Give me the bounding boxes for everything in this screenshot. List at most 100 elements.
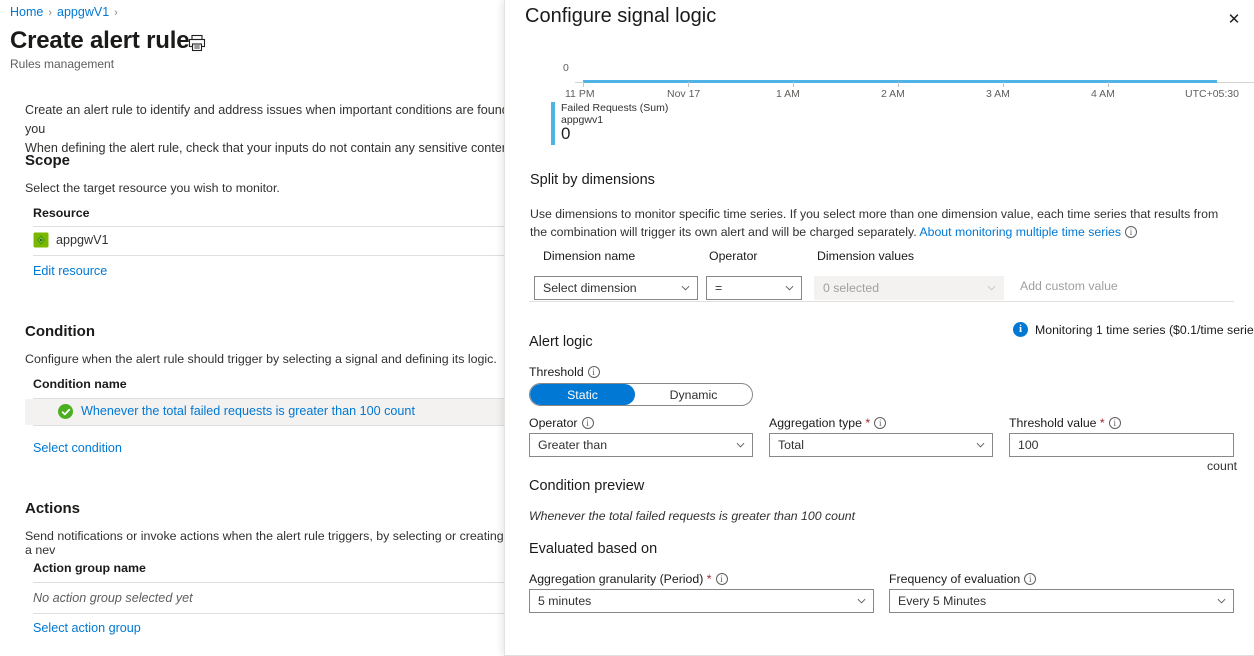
no-action-group-text: No action group selected yet — [33, 591, 193, 605]
condition-row-label[interactable]: Whenever the total failed requests is gr… — [81, 404, 415, 418]
info-icon-threshold-value[interactable]: i — [1108, 417, 1121, 429]
threshold-label-text: Threshold — [529, 365, 584, 379]
dimension-values-column-header: Dimension values — [817, 249, 915, 263]
page-subtitle: Rules management — [10, 57, 115, 71]
operator-label-text: Operator — [529, 416, 578, 430]
legend-current-value: 0 — [561, 124, 571, 143]
aggregation-dropdown-value: Total — [778, 438, 804, 452]
scope-divider-top — [33, 226, 504, 227]
threshold-value-input[interactable]: 100 — [1009, 433, 1234, 457]
threshold-value-label: Threshold value * i — [1009, 416, 1121, 430]
legend-metric-name: Failed Requests (Sum) — [561, 102, 669, 114]
chart-tick-5 — [1108, 82, 1109, 87]
breadcrumb: Home › appgwV1 › — [10, 5, 123, 19]
info-icon-frequency[interactable]: i — [1024, 573, 1037, 585]
select-action-group-link[interactable]: Select action group — [33, 621, 141, 635]
legend-color-swatch — [551, 102, 555, 145]
actions-heading: Actions — [25, 500, 81, 517]
frequency-of-evaluation-dropdown[interactable]: Every 5 Minutes — [889, 589, 1234, 613]
chart-x-label-4: 3 AM — [986, 88, 1010, 100]
chart-timezone-label: UTC+05:30 — [1185, 88, 1239, 100]
info-icon-granularity[interactable]: i — [715, 573, 728, 585]
actions-divider-bottom — [33, 613, 504, 614]
intro-line-2: When defining the alert rule, check that… — [25, 141, 504, 155]
chevron-down-icon — [736, 442, 745, 448]
application-gateway-icon — [33, 232, 49, 248]
chart-x-label-0: 11 PM — [565, 88, 595, 100]
success-check-icon — [58, 404, 73, 419]
info-icon-time-series[interactable]: i — [1013, 322, 1028, 337]
info-icon-operator[interactable]: i — [581, 417, 594, 429]
edit-resource-link[interactable]: Edit resource — [33, 264, 107, 278]
threshold-static-option[interactable]: Static — [530, 384, 635, 405]
intro-text: Create an alert rule to identify and add… — [25, 101, 504, 158]
dimensions-table-divider — [529, 301, 1234, 302]
intro-line-1: Create an alert rule to identify and add… — [25, 103, 504, 136]
chart-tick-3 — [898, 82, 899, 87]
chevron-down-icon — [976, 442, 985, 448]
aggregation-label-text: Aggregation type — [769, 416, 862, 430]
chart-x-label-3: 2 AM — [881, 88, 905, 100]
breadcrumb-separator-2: › — [114, 7, 118, 19]
chart-tick-1 — [688, 82, 689, 87]
chevron-down-icon — [681, 285, 690, 291]
operator-select[interactable]: = — [706, 276, 802, 300]
monitoring-time-series-note: Monitoring 1 time series ($0.1/time seri… — [1035, 323, 1254, 337]
aggregation-type-dropdown[interactable]: Total — [769, 433, 993, 457]
actions-description: Send notifications or invoke actions whe… — [25, 529, 504, 557]
operator-column-header: Operator — [709, 249, 758, 263]
dimension-name-column-header: Dimension name — [543, 249, 636, 263]
create-alert-rule-page: Home › appgwV1 › Create alert rule Rules ma… — [0, 0, 1254, 656]
threshold-dynamic-option[interactable]: Dynamic — [635, 384, 752, 405]
operator-value: = — [715, 281, 723, 295]
condition-row[interactable]: Whenever the total failed requests is gr… — [25, 399, 504, 425]
scope-heading: Scope — [25, 152, 71, 169]
actions-column-header: Action group name — [33, 561, 146, 575]
print-icon[interactable] — [188, 34, 206, 52]
required-marker-threshold: * — [1099, 416, 1105, 430]
chart-x-label-5: 4 AM — [1091, 88, 1115, 100]
threshold-value-text: 100 — [1018, 438, 1039, 452]
chart-x-label-2: 1 AM — [776, 88, 800, 100]
chevron-down-icon — [987, 285, 996, 291]
chart-tick-2 — [793, 82, 794, 87]
split-dimensions-description: Use dimensions to monitor specific time … — [530, 205, 1230, 241]
alert-logic-heading: Alert logic — [529, 334, 593, 350]
breadcrumb-resource[interactable]: appgwV1 — [57, 5, 109, 19]
panel-title: Configure signal logic — [525, 5, 717, 27]
required-marker-granularity: * — [706, 572, 712, 586]
dimension-values-select[interactable]: 0 selected — [814, 276, 1004, 300]
split-dimensions-heading: Split by dimensions — [530, 172, 655, 188]
metric-chart: 0 11 PM Nov 17 1 AM 2 AM 3 AM 4 AM UTC+0… — [525, 62, 1254, 145]
scope-divider-bottom — [33, 255, 504, 256]
breadcrumb-home[interactable]: Home — [10, 5, 43, 19]
aggregation-granularity-dropdown[interactable]: 5 minutes — [529, 589, 874, 613]
aggregation-granularity-label: Aggregation granularity (Period) * i — [529, 572, 728, 586]
about-monitoring-link[interactable]: About monitoring multiple time series — [919, 225, 1121, 239]
chevron-down-icon — [857, 598, 866, 604]
granularity-value: 5 minutes — [538, 594, 592, 608]
dimension-name-value: Select dimension — [543, 281, 637, 295]
dimension-name-select[interactable]: Select dimension — [534, 276, 698, 300]
info-icon-aggregation[interactable]: i — [874, 417, 887, 429]
threshold-type-toggle[interactable]: Static Dynamic — [529, 383, 753, 406]
chevron-down-icon — [1217, 598, 1226, 604]
actions-divider-top — [33, 582, 504, 583]
chart-x-label-1: Nov 17 — [667, 88, 701, 100]
required-marker-aggregation: * — [865, 416, 871, 430]
close-icon[interactable]: ✕ — [1222, 7, 1246, 31]
add-custom-value-input[interactable]: Add custom value — [1020, 279, 1118, 293]
chevron-down-icon — [785, 285, 794, 291]
info-icon-threshold[interactable]: i — [587, 366, 600, 378]
aggregation-type-label: Aggregation type * i — [769, 416, 887, 430]
split-desc-line-2: combination will trigger its own alert a… — [550, 225, 917, 239]
chart-tick-0 — [583, 82, 584, 87]
frequency-label-text: Frequency of evaluation — [889, 572, 1021, 586]
scope-description: Select the target resource you wish to m… — [25, 181, 280, 195]
condition-description: Configure when the alert rule should tri… — [25, 352, 497, 366]
info-icon-monitoring[interactable]: i — [1125, 226, 1138, 238]
select-condition-link[interactable]: Select condition — [33, 441, 122, 455]
frequency-of-evaluation-label: Frequency of evaluation i — [889, 572, 1037, 586]
operator-dropdown-value: Greater than — [538, 438, 608, 452]
operator-dropdown[interactable]: Greater than — [529, 433, 753, 457]
